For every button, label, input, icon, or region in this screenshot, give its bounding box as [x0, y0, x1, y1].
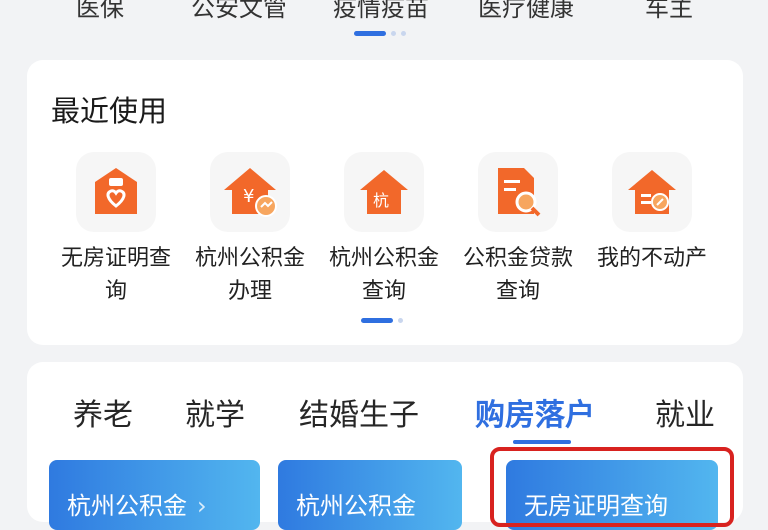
- category-car-owner[interactable]: 车主: [645, 0, 693, 23]
- app-label: 我的不动产: [596, 246, 707, 271]
- recent-pager-dots: [361, 318, 403, 323]
- tab-marriage-birth[interactable]: 结婚生子: [299, 390, 419, 434]
- app-label: 无房证明查询: [60, 246, 171, 304]
- document-search-icon: [478, 152, 558, 232]
- category-medical-insurance[interactable]: 医保: [76, 0, 124, 23]
- app-label: 公积金贷款 查询: [462, 246, 573, 304]
- service-tile-hz-fund-1[interactable]: 杭州公积金 ›: [49, 460, 260, 530]
- app-fund-loan-query[interactable]: 公积金贷款 查询: [453, 152, 583, 308]
- chevron-right-icon: ›: [197, 492, 207, 520]
- recent-used-card: 最近使用 无房证明查询 ¥ 杭州公积金 办理 杭 杭州公积金 查询 公积金贷款 …: [27, 60, 743, 345]
- pager-dot: [401, 31, 406, 36]
- category-public-security[interactable]: 公安文管: [191, 0, 287, 23]
- house-edit-icon: [612, 152, 692, 232]
- top-category-row: 医保 公安文管 疫情疫苗 医疗健康 车主: [0, 0, 768, 22]
- app-no-house-certificate[interactable]: 无房证明查询: [51, 152, 181, 308]
- app-hz-provident-fund-handle[interactable]: ¥ 杭州公积金 办理: [185, 152, 315, 308]
- pager-dot: [391, 31, 396, 36]
- service-tile-hz-fund-2[interactable]: 杭州公积金: [278, 460, 462, 530]
- pager-dot-active: [354, 31, 386, 36]
- pager-dot: [398, 318, 403, 323]
- app-label: 杭州公积金 办理: [194, 246, 305, 304]
- svg-text:杭: 杭: [373, 191, 389, 210]
- red-highlight-box: [490, 447, 734, 527]
- app-hz-provident-fund-query[interactable]: 杭 杭州公积金 查询: [319, 152, 449, 308]
- tab-employment[interactable]: 就业: [655, 390, 715, 434]
- tab-house-settlement[interactable]: 购房落户: [475, 390, 595, 434]
- house-yuan-icon: ¥: [210, 152, 290, 232]
- app-label: 杭州公积金 查询: [328, 246, 439, 304]
- recent-used-title: 最近使用: [51, 94, 168, 128]
- category-epidemic[interactable]: 疫情疫苗: [333, 0, 429, 23]
- house-hang-icon: 杭: [344, 152, 424, 232]
- svg-text:¥: ¥: [243, 186, 254, 207]
- active-tab-indicator: [513, 440, 571, 444]
- category-pager-dots: [354, 31, 406, 36]
- pager-dot-active: [361, 318, 393, 323]
- tab-education[interactable]: 就学: [185, 390, 245, 434]
- tab-elderly-care[interactable]: 养老: [73, 390, 133, 434]
- app-my-real-estate[interactable]: 我的不动产: [587, 152, 717, 275]
- certificate-heart-icon: [76, 152, 156, 232]
- category-healthcare[interactable]: 医疗健康: [478, 0, 574, 23]
